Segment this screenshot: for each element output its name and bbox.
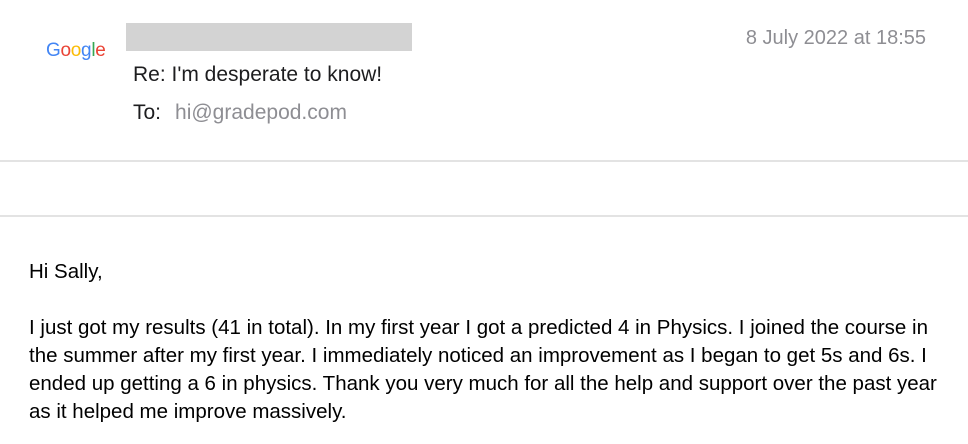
logo-letter: o <box>70 40 82 61</box>
logo-letter: e <box>95 40 106 61</box>
google-logo: Google <box>46 40 106 62</box>
logo-letter: G <box>46 40 61 61</box>
body-divider <box>0 215 968 217</box>
message-paragraph: I just got my results (41 in total). In … <box>29 316 937 423</box>
email-body: Hi Sally, I just got my results (41 in t… <box>29 258 949 426</box>
greeting: Hi Sally, <box>29 260 103 283</box>
sender-redacted <box>126 23 412 51</box>
email-subject: Re: I'm desperate to know! <box>133 63 383 86</box>
recipient-line: To: hi@gradepod.com <box>133 101 347 125</box>
logo-letter: g <box>81 40 92 61</box>
recipient-address[interactable]: hi@gradepod.com <box>175 101 347 124</box>
email-date: 8 July 2022 at 18:55 <box>745 27 926 49</box>
logo-letter: o <box>60 40 71 61</box>
to-label: To: <box>133 101 162 124</box>
header-divider <box>0 160 968 162</box>
email-header: Google 8 July 2022 at 18:55 Re: I'm desp… <box>0 0 968 161</box>
